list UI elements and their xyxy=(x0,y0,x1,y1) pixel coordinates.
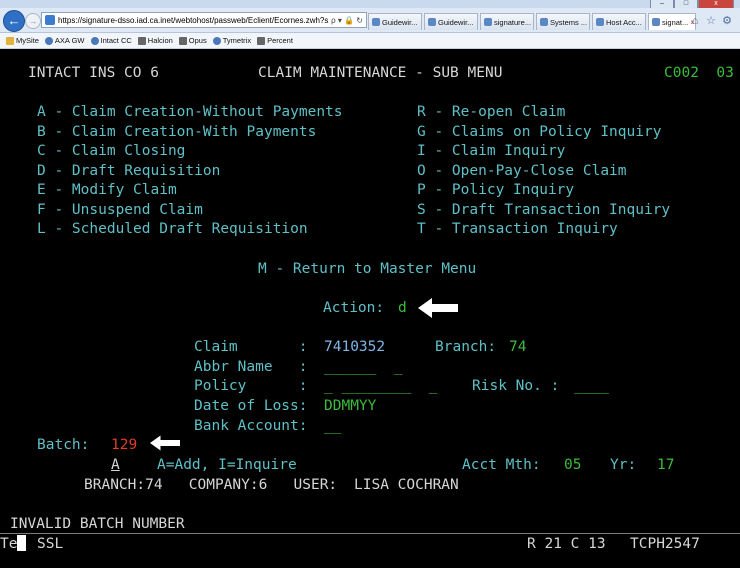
menu-option-p: P - Policy Inquiry xyxy=(417,182,575,198)
address-tools[interactable]: ρ ▾ 🔒 ↻ xyxy=(328,16,366,25)
globe-icon xyxy=(212,36,221,45)
tab-favicon-icon xyxy=(484,18,492,26)
cursor-position: R 21 C 13 xyxy=(527,536,606,552)
tab-favicon-icon xyxy=(652,18,660,26)
tab-guidewire-1[interactable]: Guidewir... xyxy=(368,13,422,30)
abbr-name-input[interactable]: ______ _ xyxy=(324,358,403,376)
menu-option-e: E - Modify Claim xyxy=(37,182,177,198)
window-title-bar: – □ x xyxy=(0,0,740,9)
favorite-tymetrix[interactable]: Tymetrix xyxy=(212,36,251,45)
tab-favicon-icon xyxy=(428,18,436,26)
branch-label: Branch: xyxy=(435,339,497,355)
favorites-star-icon[interactable]: ☆ xyxy=(704,14,718,28)
screen-code: C002 03 xyxy=(664,65,734,81)
grid-icon xyxy=(257,36,266,45)
branch-value[interactable]: 74 xyxy=(509,338,526,356)
screen-title: CLAIM MAINTENANCE - SUB MENU xyxy=(258,65,503,81)
accounting-month-value[interactable]: 05 xyxy=(564,456,581,474)
abbr-name-label: Abbr Name : xyxy=(194,359,308,375)
forward-button[interactable]: → xyxy=(25,13,41,29)
globe-icon xyxy=(90,36,99,45)
menu-option-r: R - Re-open Claim xyxy=(417,104,566,120)
menu-option-b: B - Claim Creation-With Payments xyxy=(37,124,317,140)
menu-option-g: G - Claims on Policy Inquiry xyxy=(417,124,662,140)
tab-guidewire-2[interactable]: Guidewir... xyxy=(424,13,478,30)
tab-favicon-icon xyxy=(372,18,380,26)
menu-option-d: D - Draft Requisition xyxy=(37,163,221,179)
favorite-intact-cc[interactable]: Intact CC xyxy=(90,36,132,45)
menu-option-i: I - Claim Inquiry xyxy=(417,143,566,159)
bank-account-input[interactable]: __ xyxy=(324,417,341,435)
tab-systems[interactable]: Systems ... xyxy=(536,13,590,30)
browser-tools: ⌂ ☆ ⚙ xyxy=(686,14,734,28)
risk-number-input[interactable]: ____ xyxy=(574,377,609,395)
tab-favicon-icon xyxy=(540,18,548,26)
back-button[interactable]: ← xyxy=(3,10,25,32)
tab-signature[interactable]: signature... xyxy=(480,13,534,30)
menu-option-c: C - Claim Closing xyxy=(37,143,186,159)
claim-number-redacted[interactable]: 7410352 xyxy=(324,338,385,356)
branch-company-info: BRANCH:74 COMPANY:6 USER: xyxy=(84,477,338,493)
action-input[interactable]: d xyxy=(398,299,407,317)
favorite-opus[interactable]: Opus xyxy=(178,36,207,45)
error-message: INVALID BATCH NUMBER xyxy=(10,516,185,532)
menu-option-s: S - Draft Transaction Inquiry xyxy=(417,202,671,218)
browser-navigation-bar: ← → https://signature-dsso.iad.ca.inet/w… xyxy=(0,8,740,33)
status-left: Te xyxy=(0,535,27,553)
company-name: INTACT INS CO 6 xyxy=(28,65,159,81)
claim-label: Claim : xyxy=(194,339,308,355)
menu-option-t: T - Transaction Inquiry xyxy=(417,221,618,237)
user-name-redacted: LISA COCHRAN xyxy=(354,477,459,493)
risk-number-label: Risk No. : xyxy=(472,378,560,394)
left-arrow-annotation-icon xyxy=(150,435,180,451)
session-id: TCPH2547 xyxy=(630,536,700,552)
favorite-axa-gw[interactable]: AXA GW xyxy=(44,36,85,45)
date-of-loss-label: Date of Loss: xyxy=(194,398,308,414)
home-icon[interactable]: ⌂ xyxy=(688,14,702,28)
menu-option-o: O - Open-Pay-Close Claim xyxy=(417,163,627,179)
batch-input[interactable]: 129 xyxy=(111,436,137,454)
year-label: Yr: xyxy=(610,457,637,473)
left-arrow-annotation-icon xyxy=(418,298,458,318)
tab-host-access[interactable]: Host Acc... xyxy=(592,13,646,30)
year-value[interactable]: 17 xyxy=(657,456,674,474)
favorite-mysite[interactable]: MySite xyxy=(6,36,39,45)
cursor-block xyxy=(17,535,27,551)
page-icon xyxy=(45,15,55,25)
favorite-star-icon xyxy=(6,36,14,45)
terminal-screen[interactable]: INTACT INS CO 6 CLAIM MAINTENANCE - SUB … xyxy=(0,49,740,568)
url-text[interactable]: https://signature-dsso.iad.ca.inet/webto… xyxy=(58,16,328,25)
menu-option-a: A - Claim Creation-Without Payments xyxy=(37,104,343,120)
mode-help-text: A=Add, I=Inquire xyxy=(157,457,297,473)
favorite-percent[interactable]: Percent xyxy=(257,36,293,45)
mode-input[interactable]: A xyxy=(111,456,120,474)
address-bar[interactable]: https://signature-dsso.iad.ca.inet/webto… xyxy=(41,12,367,28)
settings-gear-icon[interactable]: ⚙ xyxy=(720,14,734,28)
return-master-menu-option: M - Return to Master Menu xyxy=(258,261,477,277)
page-icon xyxy=(178,36,187,45)
batch-label: Batch: xyxy=(37,437,90,453)
globe-icon xyxy=(44,36,53,45)
menu-option-l: L - Scheduled Draft Requisition xyxy=(37,221,308,237)
tab-strip: Guidewir... Guidewir... signature... Sys… xyxy=(368,13,698,30)
favorites-bar: MySite AXA GW Intact CC Halcion Opus Tym… xyxy=(0,33,740,49)
date-of-loss-input[interactable]: DDMMYY xyxy=(324,397,376,415)
ssl-indicator: SSL xyxy=(37,536,64,552)
menu-option-f: F - Unsuspend Claim xyxy=(37,202,203,218)
action-label: Action: xyxy=(323,300,385,316)
favorite-halcion[interactable]: Halcion xyxy=(137,36,173,45)
page-icon xyxy=(137,36,146,45)
status-divider xyxy=(0,533,740,534)
accounting-month-label: Acct Mth: xyxy=(462,457,541,473)
policy-input[interactable]: _ ________ _ xyxy=(324,377,438,395)
tab-favicon-icon xyxy=(596,18,604,26)
bank-account-label: Bank Account: xyxy=(194,418,308,434)
policy-label: Policy : xyxy=(194,378,308,394)
